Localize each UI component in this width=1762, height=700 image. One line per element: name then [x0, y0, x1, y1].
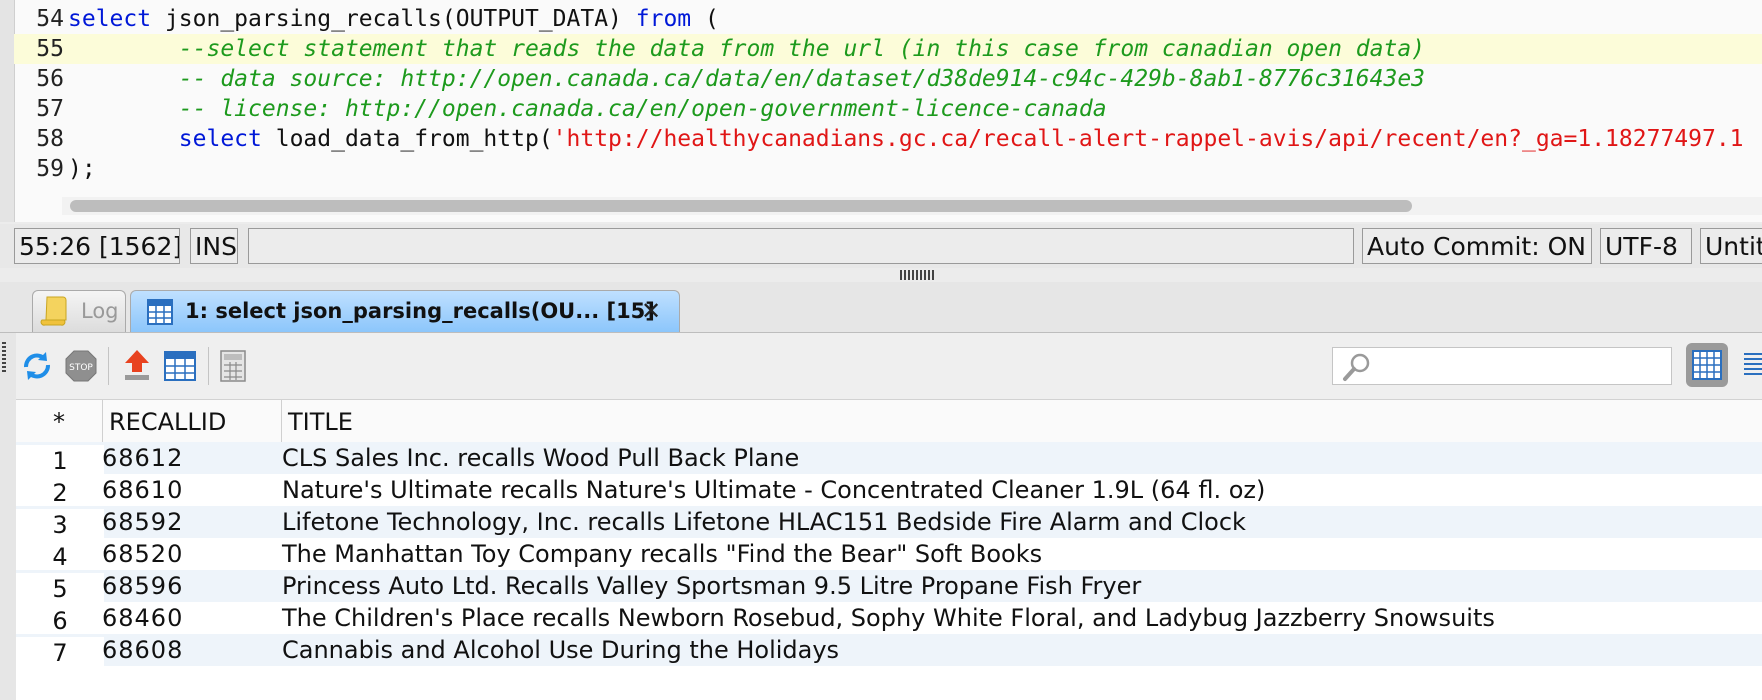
grid-view-toggle[interactable] — [1686, 343, 1728, 387]
sql-editor[interactable]: 54 select json_parsing_recalls(OUTPUT_DAT… — [0, 0, 1762, 222]
editor-horizontal-scrollbar[interactable] — [62, 197, 1762, 215]
sql-comment: --select statement that reads the data f… — [178, 36, 1426, 62]
document-name: Untitl — [1700, 228, 1762, 264]
line-number: 56 — [36, 66, 64, 92]
table-row[interactable]: 7 68608 Cannabis and Alcohol Use During th… — [16, 634, 1762, 669]
tab-log[interactable]: Log — [32, 290, 126, 332]
line-number: 58 — [36, 126, 64, 152]
row-number[interactable]: 7 — [16, 637, 104, 669]
code-line[interactable]: 57 -- license: http://open.canada.ca/en/… — [14, 94, 1762, 124]
table-row[interactable]: 5 68596 Princess Auto Ltd. Recalls Valley … — [16, 570, 1762, 605]
table-row[interactable]: 6 68460 The Children's Place recalls Newbo… — [16, 602, 1762, 637]
results-grid[interactable]: * RECALLID TITLE 1 68612 CLS Sales Inc. re… — [16, 400, 1762, 700]
sql-comment: -- data source: http://open.canada.ca/da… — [178, 66, 1426, 92]
title-cell[interactable]: Cannabis and Alcohol Use During the Holi… — [282, 634, 839, 666]
table-row[interactable]: 2 68610 Nature's Ultimate recalls Nature's… — [16, 474, 1762, 509]
editor-left-rail — [0, 0, 15, 222]
sql-text: ( — [691, 6, 719, 32]
calculator-icon[interactable] — [220, 350, 246, 382]
status-message — [248, 228, 1354, 264]
scrollbar-thumb[interactable] — [70, 200, 1412, 212]
recallid-cell[interactable]: 68610 — [102, 474, 183, 506]
row-number[interactable]: 5 — [16, 573, 104, 605]
cursor-position: 55:26 [1562] — [14, 228, 180, 264]
title-column-header[interactable]: TITLE — [282, 400, 1762, 442]
left-panel-edge — [0, 333, 16, 700]
rownum-column-header[interactable]: * — [16, 400, 102, 442]
sql-keyword: select — [68, 6, 152, 32]
code-line[interactable]: 56 -- data source: http://open.canada.ca… — [14, 64, 1762, 94]
text-view-icon[interactable] — [1742, 350, 1762, 380]
title-cell[interactable]: The Manhattan Toy Company recalls "Find … — [282, 538, 1042, 570]
row-number[interactable]: 2 — [16, 477, 104, 509]
title-cell[interactable]: CLS Sales Inc. recalls Wood Pull Back Pl… — [282, 442, 799, 474]
sql-text: json_parsing_recalls(OUTPUT_DATA) — [151, 6, 636, 32]
recallid-cell[interactable]: 68608 — [102, 634, 183, 666]
tab-query-result[interactable]: 1: select json_parsing_recalls(OU... [15… — [130, 290, 680, 332]
recallid-cell[interactable]: 68612 — [102, 442, 183, 474]
tab-query-result-label: 1: select json_parsing_recalls(OU... [15… — [185, 299, 655, 323]
table-icon — [147, 299, 173, 325]
export-icon[interactable] — [122, 348, 152, 382]
row-number[interactable]: 3 — [16, 509, 104, 541]
row-number[interactable]: 6 — [16, 605, 104, 637]
refresh-icon[interactable] — [20, 349, 54, 383]
recallid-cell[interactable]: 68592 — [102, 506, 183, 538]
code-line[interactable]: 55 --select statement that reads the dat… — [14, 34, 1762, 64]
sql-keyword: from — [635, 6, 692, 32]
grid-header: * RECALLID TITLE — [16, 400, 1762, 443]
recallid-cell[interactable]: 68520 — [102, 538, 183, 570]
results-tab-bar: Log 1: select json_parsing_recalls(OU...… — [0, 282, 1762, 333]
title-cell[interactable]: The Children's Place recalls Newborn Ros… — [282, 602, 1495, 634]
sql-text: load_data_from_http( — [261, 126, 553, 152]
table-view-icon[interactable] — [164, 351, 196, 381]
toolbar-separator — [108, 347, 109, 385]
table-row[interactable]: 3 68592 Lifetone Technology, Inc. recalls … — [16, 506, 1762, 541]
recallid-cell[interactable]: 68460 — [102, 602, 183, 634]
search-icon — [1343, 353, 1370, 381]
log-icon — [40, 296, 67, 326]
line-number: 54 — [36, 6, 64, 32]
table-row[interactable]: 1 68612 CLS Sales Inc. recalls Wood Pull B… — [16, 442, 1762, 477]
svg-text:STOP: STOP — [69, 363, 93, 373]
recallid-cell[interactable]: 68596 — [102, 570, 183, 602]
sql-text: ); — [68, 156, 96, 182]
sql-string: 'http://healthycanadians.gc.ca/recall-al… — [552, 126, 1744, 152]
line-number: 59 — [36, 156, 64, 182]
code-line[interactable]: 59); — [14, 154, 1762, 184]
row-number[interactable]: 4 — [16, 541, 104, 573]
title-cell[interactable]: Princess Auto Ltd. Recalls Valley Sports… — [282, 570, 1141, 602]
toolbar-separator — [208, 347, 209, 385]
line-number: 57 — [36, 96, 64, 122]
row-number[interactable]: 1 — [16, 445, 104, 477]
sql-comment: -- license: http://open.canada.ca/en/ope… — [178, 96, 1107, 122]
recallid-column-header[interactable]: RECALLID — [102, 400, 282, 442]
close-icon[interactable]: ✕ — [641, 291, 661, 331]
code-line[interactable]: 58 select load_data_from_http('http://he… — [14, 124, 1762, 154]
grid-icon — [1692, 350, 1722, 380]
results-toolbar: STOP — [0, 333, 1762, 400]
table-row[interactable]: 4 68520 The Manhattan Toy Company recalls … — [16, 538, 1762, 573]
search-input[interactable] — [1332, 347, 1672, 385]
panel-resize-grip[interactable] — [2, 342, 6, 372]
tab-log-label: Log — [81, 299, 119, 323]
code-line[interactable]: 54 select json_parsing_recalls(OUTPUT_DAT… — [14, 4, 1762, 34]
title-cell[interactable]: Lifetone Technology, Inc. recalls Lifeto… — [282, 506, 1246, 538]
status-bar: 55:26 [1562] INS Auto Commit: ON UTF-8 U… — [0, 224, 1762, 268]
sql-keyword: select — [178, 126, 262, 152]
panel-splitter-handle[interactable] — [900, 270, 934, 280]
line-number: 55 — [36, 36, 64, 62]
stop-icon[interactable]: STOP — [64, 349, 98, 383]
encoding-indicator[interactable]: UTF-8 — [1600, 228, 1692, 264]
title-cell[interactable]: Nature's Ultimate recalls Nature's Ultim… — [282, 474, 1265, 506]
insert-mode-indicator: INS — [190, 228, 238, 264]
autocommit-indicator[interactable]: Auto Commit: ON — [1362, 228, 1592, 264]
